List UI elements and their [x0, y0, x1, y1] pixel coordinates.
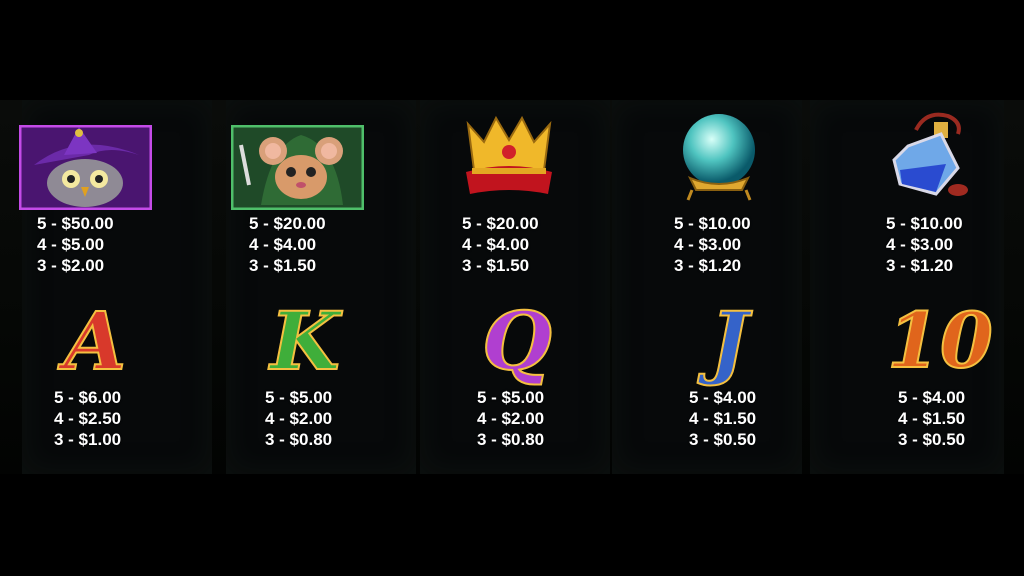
wizard-owl-icon — [18, 124, 153, 211]
paytable-top-pay-5: 5 - $10.00 4 - $3.00 3 - $1.20 — [886, 214, 963, 275]
letter-a-icon: A — [63, 294, 127, 388]
paytable-top-pay-2: 5 - $20.00 4 - $4.00 3 - $1.50 — [249, 214, 326, 275]
letter-q-icon: Q — [481, 294, 553, 388]
number-10-icon: 10 — [886, 296, 994, 385]
paytable-bottom-pay-2: 5 - $5.00 4 - $2.00 3 - $0.80 — [265, 388, 333, 449]
paytable-bottom-pay-1: 5 - $6.00 4 - $2.50 3 - $1.00 — [54, 388, 122, 449]
hooded-mouse-icon — [230, 124, 365, 211]
paytable-bottom-pay-3: 5 - $5.00 4 - $2.00 3 - $0.80 — [477, 388, 545, 449]
paytable-bottom-pay-4: 5 - $4.00 4 - $1.50 3 - $0.50 — [689, 388, 757, 449]
paytable-top-pay-4: 5 - $10.00 4 - $3.00 3 - $1.20 — [674, 214, 751, 275]
paytable-bottom-pay-5: 5 - $4.00 4 - $1.50 3 - $0.50 — [898, 388, 966, 449]
paytable-top-pay-3: 5 - $20.00 4 - $4.00 3 - $1.50 — [462, 214, 539, 275]
potion-bottle-icon — [886, 108, 976, 204]
letter-k-icon: K — [269, 294, 341, 388]
letter-j-icon: J — [709, 294, 749, 388]
crown-icon — [462, 112, 556, 202]
crystal-ball-icon — [672, 108, 766, 202]
paytable-top-pay-1: 5 - $50.00 4 - $5.00 3 - $2.00 — [37, 214, 114, 275]
